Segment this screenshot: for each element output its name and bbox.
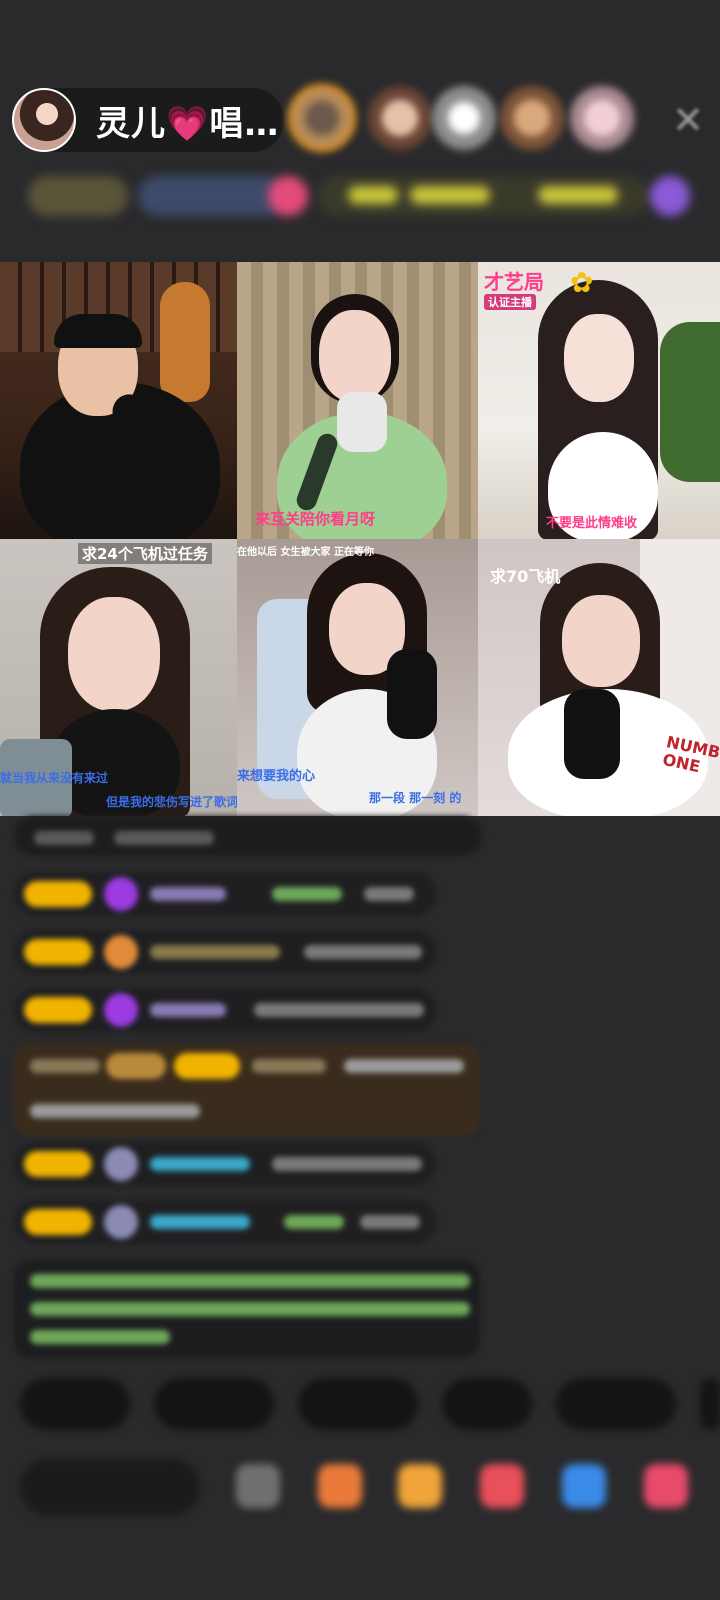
heart-icon: 💗 (166, 103, 210, 144)
flower-icon: ✿ (570, 266, 594, 299)
more-icon[interactable] (644, 1464, 688, 1508)
tile-caption: 不要是此情难收 (546, 516, 638, 531)
chat-message (14, 872, 436, 916)
quick-chip[interactable] (442, 1378, 532, 1430)
tile-badge: 认证主播 (484, 294, 536, 310)
viewer-avatar[interactable] (500, 86, 564, 150)
fan-device (337, 392, 387, 452)
system-notice (14, 1260, 480, 1358)
chat-message (14, 930, 436, 974)
streamer-face (562, 595, 640, 687)
host-name: 灵儿💗唱… (96, 103, 280, 144)
tile-caption-2: 那一段 那一刻 的 (369, 791, 462, 805)
video-tile-5[interactable]: 在他以后 女生被大家 正在等你 来想要我的心 那一段 那一刻 的 (237, 539, 478, 816)
hair (54, 314, 142, 348)
host-info-pill[interactable]: 灵儿💗唱… (12, 88, 284, 152)
guitar (160, 282, 210, 402)
video-tile-6[interactable]: NUMB ONE 求70飞机 (478, 539, 720, 816)
chat-message-highlight (14, 1044, 480, 1136)
tile-title: 在他以后 女生被大家 正在等你 (237, 547, 374, 558)
quick-chip[interactable] (556, 1378, 676, 1430)
quick-chip[interactable] (20, 1378, 130, 1430)
tile-title: 求70飞机 (490, 567, 561, 586)
tile-caption: 来想要我的心 (237, 769, 316, 784)
gift-box-icon[interactable] (318, 1464, 362, 1508)
game-icon[interactable] (562, 1464, 606, 1508)
microphone (564, 689, 620, 779)
chat-message (14, 988, 436, 1032)
streamer-face (68, 597, 160, 711)
video-tile-3[interactable]: 才艺局 认证主播 ✿ 不要是此情难收 (478, 262, 720, 539)
video-tile-4[interactable]: 求24个飞机过任务 就当我从来没有来过 但是我的悲伤写进了歌词 (0, 539, 237, 816)
quick-chip[interactable] (298, 1378, 418, 1430)
video-tile-1[interactable] (0, 262, 237, 539)
chat-message (14, 816, 482, 856)
quick-chip[interactable] (154, 1378, 274, 1430)
gift-icon[interactable] (398, 1464, 442, 1508)
plant (660, 322, 720, 482)
tile-caption-2: 但是我的悲伤写进了歌词 (106, 795, 237, 809)
viewer-avatar[interactable] (432, 86, 496, 150)
streamer-face (564, 314, 634, 402)
microphone (387, 649, 437, 739)
chat-message (14, 1200, 436, 1244)
comment-input[interactable] (20, 1458, 200, 1516)
video-grid: 来互关陪你看月呀 才艺局 认证主播 ✿ 不要是此情难收 求24个飞机过任务 就当… (0, 262, 720, 816)
emoji-icon[interactable] (236, 1464, 280, 1508)
red-packet-icon[interactable] (480, 1464, 524, 1508)
video-tile-2[interactable]: 来互关陪你看月呀 (237, 262, 478, 539)
tile-title: 才艺局 (484, 270, 544, 294)
viewer-avatar[interactable] (570, 86, 634, 150)
tile-caption: 就当我从来没有来过 (0, 771, 109, 785)
host-avatar[interactable] (12, 88, 76, 152)
quick-chip[interactable] (700, 1378, 720, 1430)
viewer-avatar[interactable] (368, 86, 432, 150)
viewer-avatar[interactable] (288, 84, 356, 152)
chat-message (14, 1142, 436, 1186)
room-info-bar[interactable] (18, 170, 698, 222)
streamer-face (319, 310, 391, 402)
close-icon[interactable]: ✕ (668, 100, 708, 140)
tile-caption: 来互关陪你看月呀 (255, 510, 376, 528)
tile-title: 求24个飞机过任务 (78, 543, 212, 564)
